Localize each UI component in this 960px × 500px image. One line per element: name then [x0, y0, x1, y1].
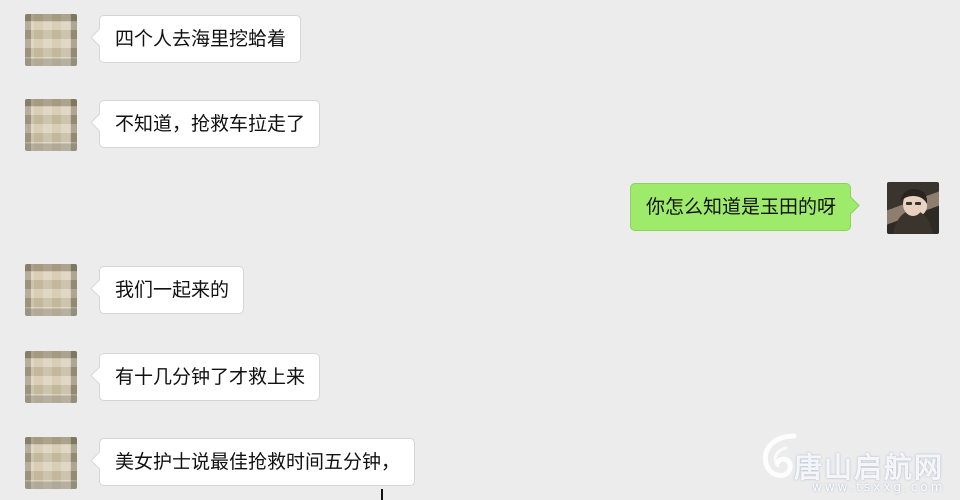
incoming-message-bubble[interactable]: 我们一起来的 — [99, 266, 245, 314]
message-text: 我们一起来的 — [115, 279, 230, 301]
message-text: 四个人去海里挖蛤着 — [115, 28, 287, 50]
chat-conversation: 四个人去海里挖蛤着 不知道，抢救车拉走了 你怎么知道是玉田的呀 我们一起来的 有… — [0, 0, 960, 500]
watermark-url: www.tsxxg.com — [812, 480, 946, 494]
message-text: 有十几分钟了才救上来 — [115, 366, 306, 388]
incoming-message-bubble[interactable]: 有十几分钟了才救上来 — [99, 353, 321, 401]
contact-avatar[interactable] — [25, 14, 77, 66]
incoming-message-bubble[interactable]: 四个人去海里挖蛤着 — [99, 15, 302, 63]
contact-avatar[interactable] — [25, 99, 77, 151]
outgoing-message-bubble[interactable]: 你怎么知道是玉田的呀 — [630, 183, 852, 231]
message-text: 你怎么知道是玉田的呀 — [646, 196, 837, 218]
contact-avatar[interactable] — [25, 437, 77, 489]
text-cursor — [381, 489, 383, 500]
contact-avatar[interactable] — [25, 351, 77, 403]
my-avatar[interactable] — [887, 182, 939, 234]
incoming-message-bubble[interactable]: 不知道，抢救车拉走了 — [99, 100, 321, 148]
site-watermark: 唐山启航网 www.tsxxg.com — [752, 428, 960, 500]
message-text: 美女护士说最佳抢救时间五分钟， — [115, 451, 401, 473]
contact-avatar[interactable] — [25, 264, 77, 316]
incoming-message-bubble[interactable]: 美女护士说最佳抢救时间五分钟， — [99, 438, 416, 486]
user-photo-icon — [893, 188, 933, 234]
message-text: 不知道，抢救车拉走了 — [115, 113, 306, 135]
